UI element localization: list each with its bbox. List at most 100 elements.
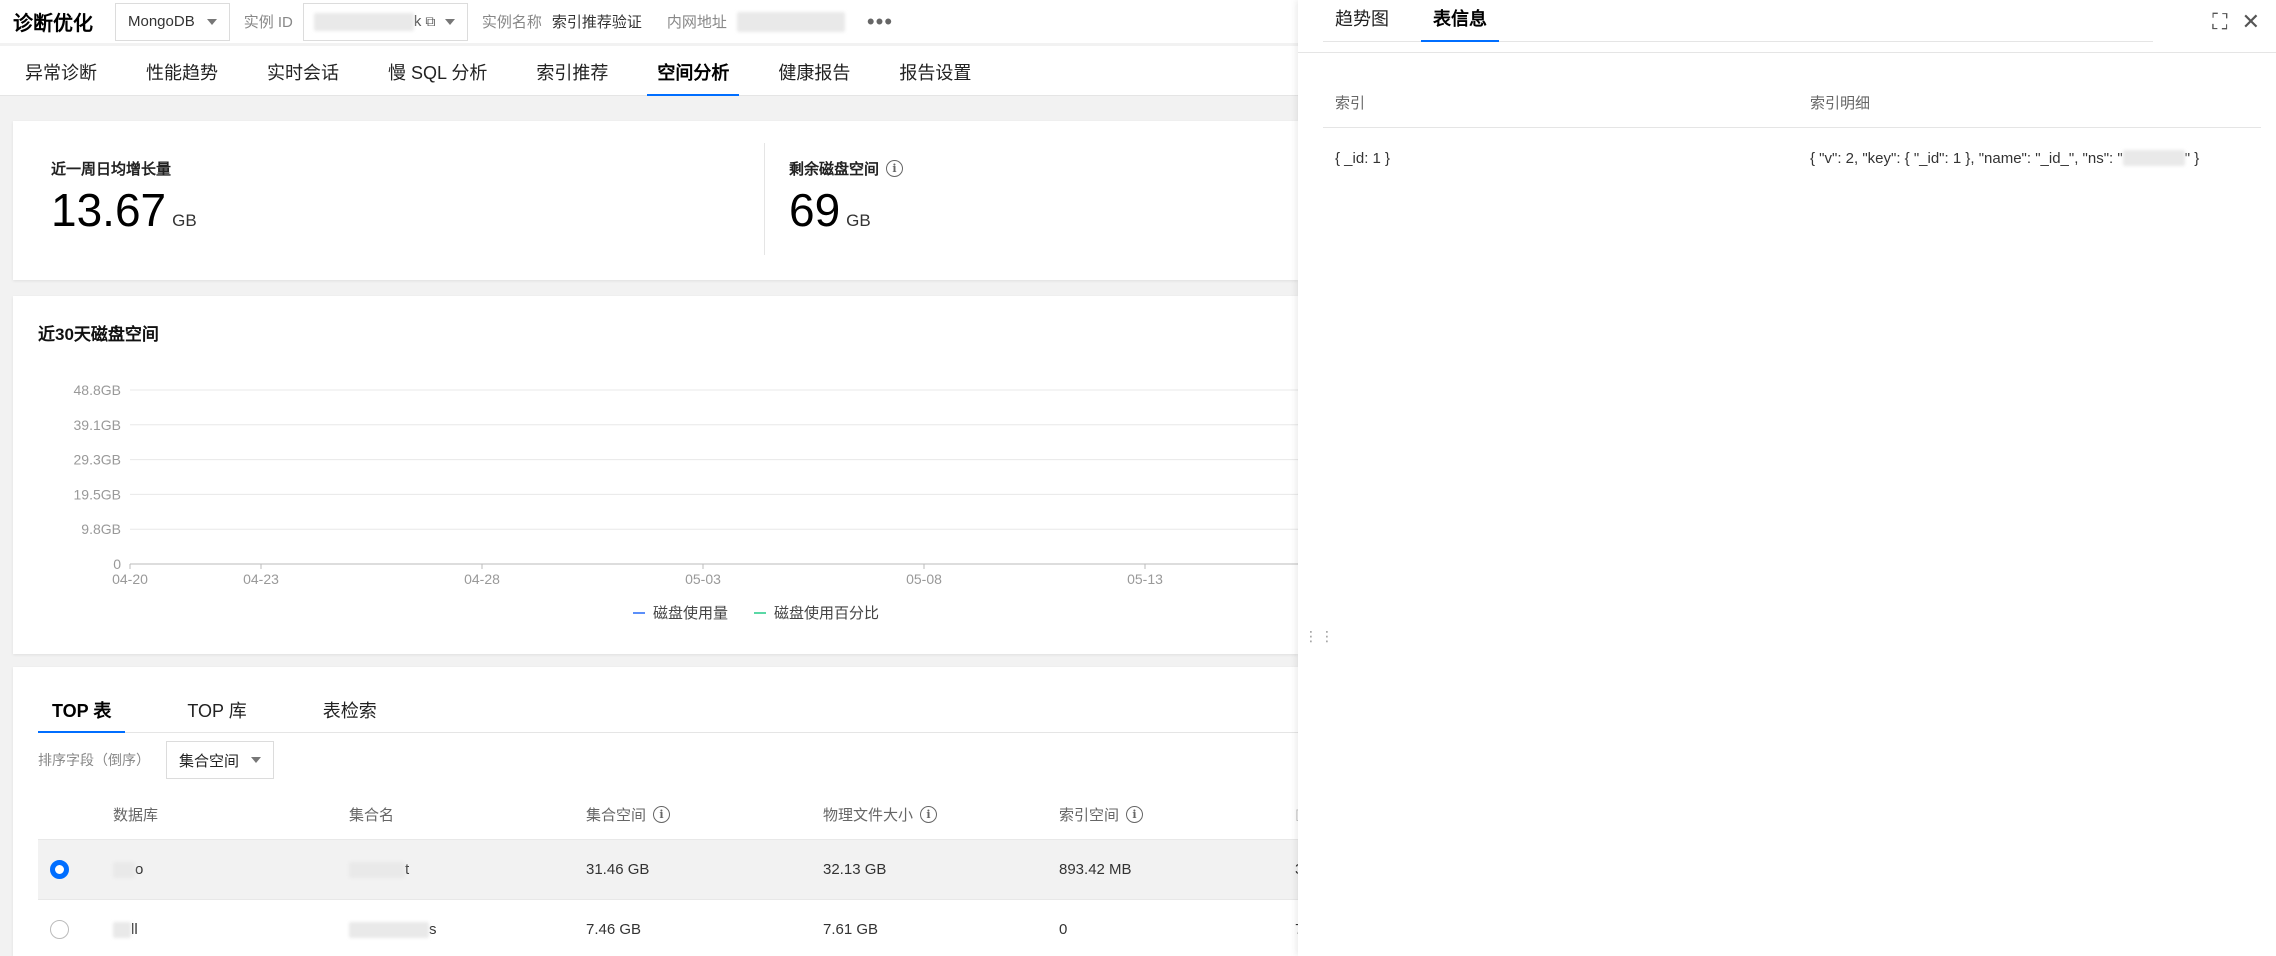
row-radio[interactable] [50, 920, 69, 939]
cell-coll-size: 7.46 GB [586, 921, 642, 938]
copy-icon[interactable]: ⧉ [425, 13, 435, 30]
chart-y-tick-label: 29.3GB [74, 452, 121, 468]
tab-slow-sql[interactable]: 慢 SQL 分析 [388, 59, 487, 95]
db-type-select[interactable]: MongoDB [115, 2, 230, 41]
instance-id-select[interactable]: k ⧉ [302, 2, 468, 41]
main-tab-bar: 异常诊断 性能趋势 实时会话 慢 SQL 分析 索引推荐 空间分析 健康报告 报… [0, 46, 1298, 96]
cell-index-size: 893.42 MB [1059, 861, 1132, 878]
intranet-label: 内网地址 [666, 14, 727, 31]
chart-y-tick-label: 39.1GB [74, 417, 121, 433]
chart-x-tick-label: 04-23 [243, 571, 279, 587]
legend-swatch-percent [754, 611, 767, 614]
free-space-unit: GB [846, 211, 871, 230]
cell-file-size: 7.61 GB [823, 921, 879, 938]
info-icon[interactable]: i [886, 160, 904, 177]
growth-value: 13.67 [51, 184, 167, 236]
growth-stat: 近一周日均增长量 13.67 GB [51, 158, 197, 233]
tab-anomaly[interactable]: 异常诊断 [25, 59, 97, 95]
tab-top-databases[interactable]: TOP 库 [173, 697, 260, 732]
sort-row: 排序字段（倒序） 集合空间 [38, 741, 275, 779]
chart-y-tick-label: 9.8GB [81, 521, 121, 537]
top-header: 诊断优化 MongoDB 实例 ID k ⧉ 实例名称 索引推荐验证 内网地址 … [0, 0, 1298, 43]
close-icon[interactable]: ✕ [2242, 11, 2260, 33]
tab-top-tables[interactable]: TOP 表 [38, 697, 126, 733]
chart-x-tick-label: 04-20 [112, 571, 148, 587]
collection-redacted [349, 861, 405, 878]
col-header-database: 数据库 [113, 806, 159, 824]
col-header-index-size-wrap: 索引空间 i [1059, 789, 1144, 839]
col-header-coll-size: 集合空间 [586, 806, 647, 824]
col-header-collection: 集合名 [349, 806, 395, 824]
free-space-value-row: 69 GB [789, 187, 903, 233]
col-header-coll-size-wrap: 集合空间 i [586, 789, 671, 839]
disk-space-chart: 48.8GB 39.1GB 29.3GB 19.5GB 9.8GB 004-20 04-23… [74, 382, 1298, 587]
tab-table-info[interactable]: 表信息 [1421, 5, 1499, 42]
chart-x-tick-label: 05-03 [685, 571, 721, 587]
table-subtabs: TOP 表 TOP 库 表检索 [38, 697, 1298, 733]
cell-database: o [113, 840, 143, 899]
top-tables-table: 数据库 集合名 集合空间 i 物理文件大小 i 索引空间 i ▯ o [38, 789, 1303, 956]
legend-label-usage: 磁盘使用量 [653, 605, 729, 622]
db-type-value: MongoDB [128, 13, 195, 30]
chart-legend: 磁盘使用量 磁盘使用百分比 [633, 602, 905, 623]
page-title: 诊断优化 [13, 13, 93, 35]
row-radio-wrap[interactable] [50, 900, 69, 956]
sort-field-select[interactable]: 集合空间 [166, 741, 275, 779]
cell-index: { _id: 1 } [1335, 149, 1391, 167]
more-icon[interactable]: ••• [867, 9, 893, 35]
col-header-file-size: 物理文件大小 [823, 806, 914, 824]
cell-collection: t [349, 840, 409, 899]
instance-name-value: 索引推荐验证 [551, 14, 642, 31]
row-radio-wrap[interactable] [50, 840, 69, 899]
table-info-panel: 趋势图 表信息 ⛶ ✕ 索引 索引明细 { _id: 1 } { "v": 2,… [1298, 0, 2276, 956]
tab-index-recommend[interactable]: 索引推荐 [536, 59, 608, 95]
namespace-redacted [2122, 150, 2185, 166]
legend-item-usage[interactable]: 磁盘使用量 [633, 602, 728, 623]
col-header-index: 索引 [1335, 95, 1366, 112]
growth-value-row: 13.67 GB [51, 187, 197, 233]
info-icon[interactable]: i [920, 805, 938, 823]
tab-report-settings[interactable]: 报告设置 [899, 59, 971, 95]
intranet-address-redacted [736, 11, 845, 32]
col-header-file-size-wrap: 物理文件大小 i [823, 789, 938, 839]
top-tables-card: TOP 表 TOP 库 表检索 排序字段（倒序） 集合空间 数据库 集合名 集合… [13, 667, 1303, 956]
cell-index-size: 0 [1059, 921, 1068, 938]
sort-label: 排序字段（倒序） [38, 752, 150, 768]
tab-performance[interactable]: 性能趋势 [146, 59, 218, 95]
tab-space-analysis[interactable]: 空间分析 [647, 59, 740, 96]
legend-label-percent: 磁盘使用百分比 [774, 605, 880, 622]
free-space-label-row: 剩余磁盘空间 i [789, 158, 904, 179]
info-icon[interactable]: i [1126, 805, 1144, 823]
cell-index-detail: { "v": 2, "key": { "_id": 1 }, "name": "… [1810, 149, 2200, 167]
chevron-down-icon [251, 757, 262, 763]
info-icon[interactable]: i [653, 805, 671, 823]
tab-table-search[interactable]: 表检索 [309, 697, 391, 732]
table-header-row: 数据库 集合名 集合空间 i 物理文件大小 i 索引空间 i ▯ [38, 789, 1303, 839]
tab-realtime-session[interactable]: 实时会话 [267, 59, 339, 95]
chart-x-tick-label: 04-28 [464, 571, 500, 587]
panel-actions: ⛶ ✕ [2198, 11, 2260, 33]
chart-y-tick-label: 48.8GB [74, 382, 121, 398]
chart-x-tick-label: 05-13 [1127, 571, 1163, 587]
row-radio[interactable] [50, 860, 69, 879]
cell-collection: s [349, 900, 437, 956]
panel-tab-bar: 趋势图 表信息 [1323, 0, 2153, 42]
cell-file-size: 32.13 GB [823, 861, 887, 878]
legend-item-percent[interactable]: 磁盘使用百分比 [754, 602, 879, 623]
table-row[interactable]: o t 31.46 GB 32.13 GB 893.42 MB 3 [38, 839, 1303, 899]
col-header-index-detail: 索引明细 [1810, 95, 1871, 112]
fullscreen-icon[interactable]: ⛶ [2212, 11, 2227, 33]
free-space-label: 剩余磁盘空间 [789, 161, 880, 178]
table-row[interactable]: ll s 7.46 GB 7.61 GB 0 7 [38, 899, 1303, 956]
index-table-header-row: 索引 索引明细 [1323, 78, 2261, 128]
database-redacted [113, 861, 135, 878]
legend-swatch-usage [633, 611, 645, 614]
panel-resize-handle-icon[interactable]: ⋮⋮ [1304, 629, 1336, 643]
chevron-down-icon [445, 18, 456, 25]
index-info-table: 索引 索引明细 { _id: 1 } { "v": 2, "key": { "_… [1323, 78, 2261, 188]
stats-card: 近一周日均增长量 13.67 GB 剩余磁盘空间 i 69 GB [13, 121, 1298, 280]
collection-redacted [349, 921, 429, 938]
free-space-stat: 剩余磁盘空间 i 69 GB [789, 158, 904, 233]
tab-trend-chart[interactable]: 趋势图 [1323, 5, 1401, 41]
tab-health-report[interactable]: 健康报告 [778, 59, 850, 95]
